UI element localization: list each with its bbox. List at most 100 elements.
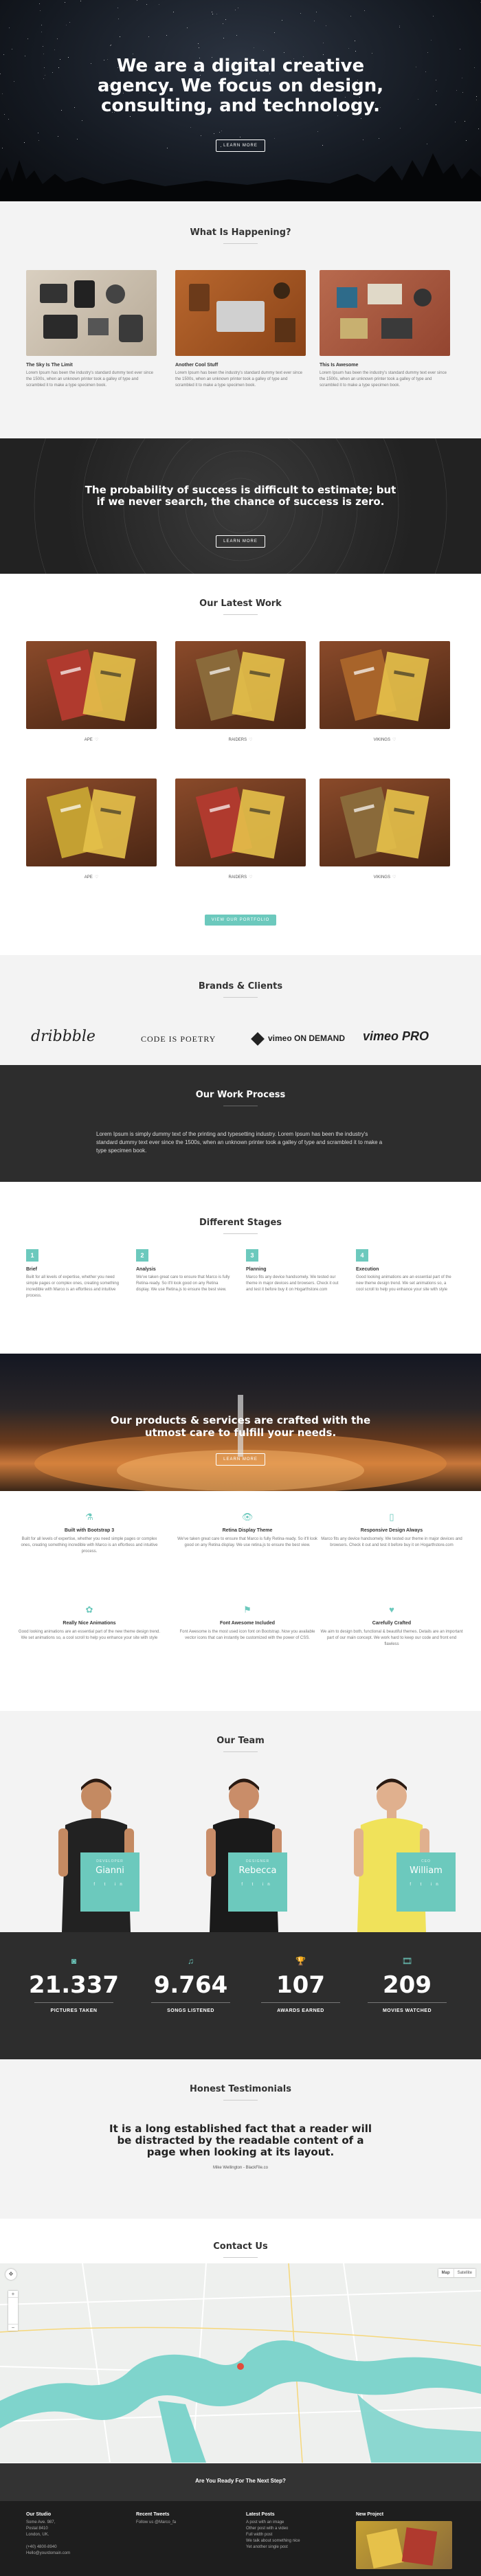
- feature-card: 👁 Retina Display Theme We've taken great c…: [175, 1512, 320, 1549]
- post-title[interactable]: Another Cool Stuff: [175, 363, 306, 368]
- team-member[interactable]: DESIGNER Rebecca f t in: [172, 1756, 316, 1932]
- heart-icon[interactable]: ♡: [249, 875, 252, 880]
- vimeo-on-demand-logo[interactable]: vimeo ON DEMAND: [251, 1031, 345, 1046]
- portfolio-item[interactable]: [175, 779, 306, 866]
- zoom-in-icon[interactable]: +: [8, 2291, 18, 2297]
- portfolio-item[interactable]: [26, 779, 157, 866]
- learn-more-button[interactable]: LEARN MORE: [216, 1453, 265, 1466]
- title-divider: [223, 614, 258, 615]
- tree-silhouette: [0, 153, 481, 201]
- book-illustration: [195, 649, 285, 721]
- footer-post-link[interactable]: A post with an image: [246, 2520, 284, 2524]
- stages-section: Different Stages 1 Brief Built for all lev…: [0, 1182, 481, 1354]
- footer-post-link[interactable]: Full width post: [246, 2533, 272, 2537]
- portfolio-item[interactable]: [26, 641, 157, 729]
- team-member[interactable]: DEVELOPER Gianni f t in: [24, 1756, 168, 1932]
- mobile-icon: ▯: [389, 1512, 394, 1522]
- section-title: Honest Testimonials: [190, 2084, 291, 2094]
- team-member[interactable]: CEO William f t in: [320, 1756, 464, 1932]
- map-type-map[interactable]: Map: [438, 2269, 454, 2277]
- phone-link[interactable]: (+40) 4800-8940: [26, 2545, 57, 2549]
- heart-icon[interactable]: ♡: [95, 738, 98, 742]
- map[interactable]: ✥ Map Satellite + −: [0, 2263, 481, 2463]
- section-title: Brands & Clients: [198, 981, 283, 992]
- footer-project: New Project: [356, 2512, 452, 2569]
- footer-studio: Our Studio Some Ave. 987, Postal 8410 Lo…: [26, 2512, 122, 2557]
- stat-value: 9.764: [153, 1971, 228, 1999]
- post-title[interactable]: The Sky Is The Limit: [26, 363, 157, 368]
- feature-text: We aim to design both, functional & beau…: [320, 1630, 463, 1646]
- portfolio-label[interactable]: VIKINGS ♡: [320, 875, 450, 880]
- stage-title: Planning: [246, 1267, 267, 1272]
- section-title: Our Team: [216, 1736, 265, 1746]
- portfolio-item[interactable]: [175, 641, 306, 729]
- blog-post[interactable]: Another Cool Stuff Lorem Ipsum has been …: [175, 270, 306, 389]
- tweet-link[interactable]: Follow us @Marco_fa: [136, 2520, 232, 2526]
- social-links[interactable]: f t in: [228, 1883, 287, 1887]
- footer-post-link[interactable]: Yet another single post: [246, 2545, 288, 2549]
- feature-title: Responsive Design Always: [360, 1528, 423, 1533]
- items-illustration: [337, 284, 432, 339]
- dribbble-logo[interactable]: dribbble: [31, 1028, 96, 1045]
- stage-text: We've taken great care to ensure that Ma…: [136, 1275, 230, 1292]
- book-illustration: [46, 786, 136, 859]
- map-canvas: [0, 2263, 481, 2463]
- stat-value: 21.337: [28, 1971, 120, 1999]
- book-illustration: [195, 786, 285, 859]
- stat-item: ♫ 9.764 SONGS LISTENED: [134, 1956, 247, 2013]
- heart-icon[interactable]: ♡: [249, 738, 252, 742]
- learn-more-button[interactable]: LEARN MORE: [216, 535, 265, 548]
- footer-post-link[interactable]: We talk about something nice: [246, 2539, 300, 2543]
- title-divider: [223, 243, 258, 244]
- post-title[interactable]: This Is Awesome: [320, 363, 450, 368]
- portfolio-label[interactable]: RAIDERS ♡: [175, 875, 306, 880]
- map-type-satellite[interactable]: Satellite: [453, 2269, 476, 2277]
- portfolio-label[interactable]: APE ♡: [26, 737, 157, 742]
- portfolio-item[interactable]: [320, 779, 450, 866]
- feature-title: Retina Display Theme: [222, 1528, 273, 1533]
- feature-title: Font Awesome Included: [219, 1621, 276, 1626]
- portfolio-label[interactable]: APE ♡: [26, 875, 157, 880]
- portfolio-label[interactable]: RAIDERS ♡: [175, 737, 306, 742]
- post-image[interactable]: [320, 270, 450, 356]
- footer-post-link[interactable]: Other post with a video: [246, 2527, 288, 2531]
- code-is-poetry-logo[interactable]: CODE IS POETRY: [141, 1034, 216, 1044]
- post-image[interactable]: [175, 270, 306, 356]
- heart-icon[interactable]: ♡: [392, 738, 396, 742]
- stage-text: Marco fits any device handsomely. We tes…: [246, 1275, 339, 1292]
- stat-label: AWARDS EARNED: [277, 2008, 324, 2013]
- heart-icon[interactable]: ♡: [95, 875, 98, 880]
- team-section: Our Team DEVELOPER Gianni f t in DESIGNER Re…: [0, 1711, 481, 1932]
- post-image[interactable]: [26, 270, 157, 356]
- stat-item: 🎞 209 MOVIES WATCHED: [350, 1956, 464, 2013]
- blog-post[interactable]: The Sky Is The Limit Lorem Ipsum has bee…: [26, 270, 157, 389]
- zoom-out-icon[interactable]: −: [8, 2325, 18, 2331]
- eye-icon: 👁: [241, 1512, 254, 1522]
- social-links[interactable]: f t in: [396, 1883, 456, 1887]
- cta-bar: Are You Ready For The Next Step?: [0, 2463, 481, 2501]
- heart-icon[interactable]: ♡: [392, 875, 396, 880]
- portfolio-label[interactable]: VIKINGS ♡: [320, 737, 450, 742]
- cta-text[interactable]: Are You Ready For The Next Step?: [0, 2478, 481, 2484]
- vimeo-pro-logo[interactable]: vimeo PRO: [363, 1029, 429, 1044]
- blog-post[interactable]: This Is Awesome Lorem Ipsum has been the…: [320, 270, 450, 389]
- products-banner: Our products & services are crafted with…: [0, 1354, 481, 1491]
- view-portfolio-button[interactable]: VIEW OUR PORTFOLIO: [204, 915, 277, 926]
- stage-title: Brief: [26, 1267, 37, 1272]
- title-divider: [223, 997, 258, 998]
- stat-value: 107: [276, 1971, 325, 1999]
- social-links[interactable]: f t in: [80, 1883, 139, 1887]
- member-name: Rebecca: [238, 1866, 277, 1876]
- footer: Our Studio Some Ave. 987, Postal 8410 Lo…: [0, 2501, 481, 2576]
- pan-control-icon[interactable]: ✥: [5, 2269, 16, 2280]
- feature-title: Carefully Crafted: [372, 1621, 412, 1626]
- project-thumbnail[interactable]: [356, 2521, 452, 2569]
- stat-label: SONGS LISTENED: [167, 2008, 214, 2013]
- feature-text: Marco fits any device handsomely. We tes…: [321, 1537, 462, 1547]
- stage-number: 4: [356, 1249, 368, 1262]
- portfolio-item[interactable]: [320, 641, 450, 729]
- music-icon: ♫: [188, 1956, 194, 1966]
- process-text: Lorem Ipsum is simply dummy text of the …: [96, 1131, 383, 1154]
- post-excerpt: Lorem Ipsum has been the industry's stan…: [175, 371, 302, 388]
- email-link[interactable]: Hello@yourdomain.com: [26, 2551, 70, 2555]
